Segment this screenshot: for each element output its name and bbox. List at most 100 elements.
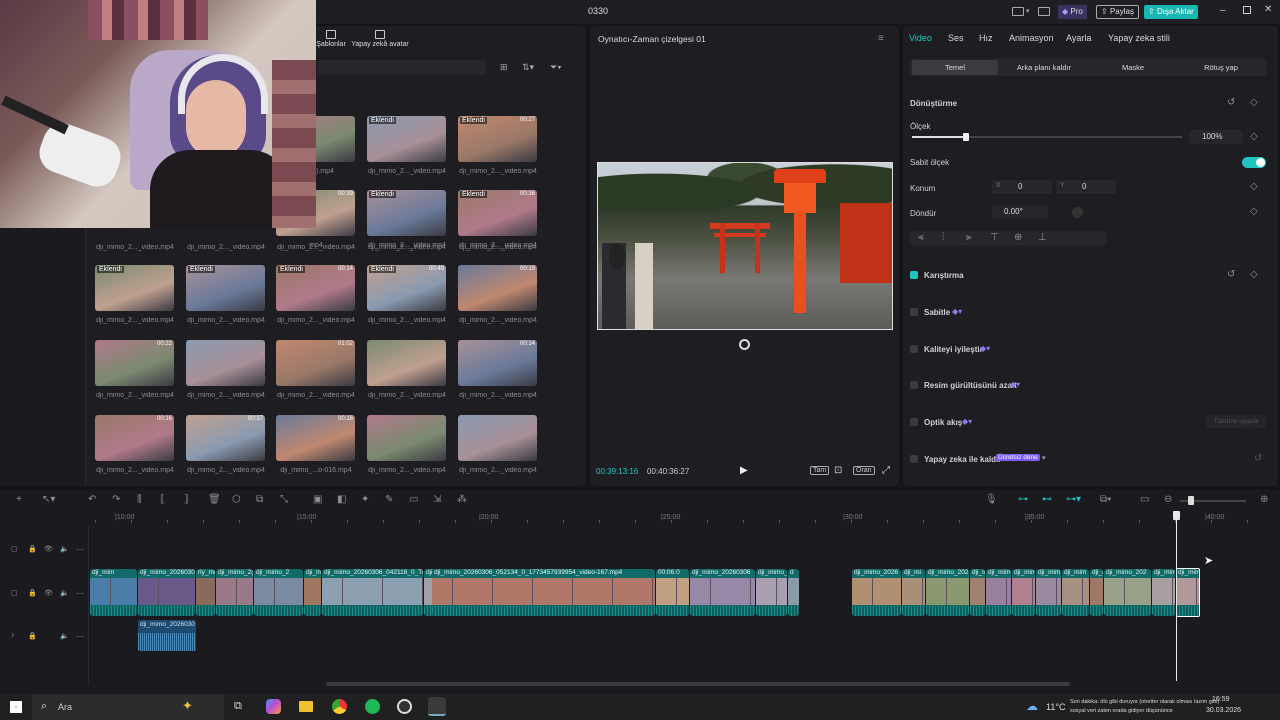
split-icon[interactable]: ⫼ [137,495,142,505]
timeline-clip[interactable]: dji_mimo_2( [216,569,253,616]
ai-remove-reset-icon[interactable]: ↺ [1254,454,1262,464]
timeline-clip[interactable]: dji_mim [1036,569,1061,616]
ratio-button[interactable]: Oran [853,466,875,475]
stabilize-checkbox[interactable] [910,308,918,316]
lock-icon[interactable]: 🔒 [28,632,37,640]
tab-animasyon[interactable]: Animasyon [1009,33,1054,43]
timeline-clip[interactable]: rly_mim [196,569,215,616]
pro-button[interactable]: ◆ Pro [1058,5,1087,19]
align-vcenter-icon[interactable]: ⊕ [1014,233,1022,243]
media-thumbnail[interactable] [367,415,446,461]
rotate-dial-icon[interactable] [1072,207,1083,218]
captions-toggle-icon[interactable]: ▭ [1140,495,1149,505]
tab-ayarla[interactable]: Ayarla [1066,33,1091,43]
link-icon[interactable]: ⊶ [1018,495,1028,505]
blend-checkbox[interactable] [910,271,918,279]
mute-icon[interactable]: 🔈 [60,589,69,597]
zoom-slider-knob[interactable] [1188,496,1194,505]
media-thumbnail[interactable]: Eklendi 00:40 [367,265,446,311]
playhead[interactable] [1176,511,1177,681]
reset-icon[interactable]: ↺ [1227,98,1235,108]
fullscreen-toggle-icon[interactable] [739,339,750,350]
timeline-clip[interactable]: dji_mimo_202 [926,569,969,616]
player-menu-icon[interactable]: ≡ [878,33,884,44]
ai-icon[interactable]: ✦ [361,495,369,505]
timeline-clip[interactable]: dji_mimo_20260306_ [138,569,195,616]
media-thumbnail[interactable]: Eklendi [186,265,265,311]
scale-value-box[interactable]: 100% [1190,130,1242,144]
media-thumbnail[interactable]: 01:02 [276,340,355,386]
align-right-icon[interactable]: ⫸ [966,233,972,243]
redo-icon[interactable]: ↷ [112,495,120,505]
task-view-icon[interactable]: ⧉ [234,700,242,713]
timeline-clip[interactable]: dji_mim [90,569,137,616]
keyframe-icon[interactable]: ◇ [1250,98,1258,108]
media-thumbnail[interactable]: 00:14 [458,340,537,386]
auto-icon[interactable]: ✎ [385,495,393,505]
timeline-clip[interactable]: dji_mimo_202 [1104,569,1151,616]
windows-start-icon[interactable] [10,701,22,713]
media-thumbnail[interactable] [186,340,265,386]
timeline-clip[interactable]: dji_mim [1062,569,1089,616]
track-frame-icon[interactable]: ▢ [11,589,18,597]
file-explorer-icon[interactable] [299,701,313,712]
media-thumbnail[interactable]: Eklendi [95,265,174,311]
timeline-clip[interactable]: d [788,569,799,616]
position-x-field[interactable]: X 0 [992,180,1052,194]
speed-icon[interactable]: ⇲ [433,495,441,505]
media-thumbnail[interactable]: 00:16 [95,415,174,461]
timeline-clip[interactable]: dji_mimo_20260306_042116_0_Ti [322,569,423,616]
subtab-3[interactable]: Rötuş yap [1178,60,1264,75]
audio-track-icon[interactable]: ♪ [11,632,15,639]
full-button[interactable]: Tam [810,466,830,475]
align-bottom-icon[interactable]: ⊥ [1038,233,1047,243]
media-search-input[interactable] [318,60,486,75]
zoom-out-icon[interactable]: ⊖ [1164,495,1172,505]
denoise-checkbox[interactable] [910,381,918,389]
timeline-clip[interactable]: dji_m [304,569,321,616]
position-keyframe-icon[interactable]: ◇ [1250,182,1258,192]
rotate-field[interactable]: 0.00° [992,205,1048,219]
media-thumbnail[interactable]: Eklendi 00:36 [458,190,537,236]
track-frame-icon[interactable]: ▢ [11,545,18,553]
media-thumbnail[interactable] [367,340,446,386]
mute-icon[interactable]: 🔈 [60,545,69,553]
optical-flow-checkbox[interactable] [910,418,918,426]
scale-slider-knob[interactable] [963,133,969,141]
timeline-clip[interactable]: dji_mimo_2 [254,569,303,616]
tab-ai-avatar[interactable]: Yapay zekâ avatar [350,30,410,48]
media-thumbnail[interactable]: 00:37 [186,415,265,461]
enhance-checkbox[interactable] [910,345,918,353]
align-left-icon[interactable]: ⫷ [918,233,924,243]
tab-hız[interactable]: Hız [979,33,993,43]
freeze-icon[interactable]: ▣ [313,495,322,505]
ai-remove-checkbox[interactable] [910,455,918,463]
taskbar-search[interactable]: ⌕ Ara ✦ [32,694,224,720]
marker-icon[interactable]: ⬡ [232,495,241,505]
mic-icon[interactable]: 🎙 [985,495,998,505]
timeline-clip[interactable]: dji_mim [1152,569,1175,616]
add-icon[interactable]: + [16,495,22,505]
track-more-icon[interactable]: ⋯ [76,632,84,641]
maximize-icon[interactable] [1243,6,1251,14]
shortcut-icon[interactable] [1038,7,1050,16]
capcut-icon[interactable] [428,697,446,716]
subtab-2[interactable]: Maske [1090,60,1176,75]
copilot-icon[interactable] [266,699,281,714]
tab-yapay-zeka-stili[interactable]: Yapay zeka stili [1108,33,1170,43]
lock-icon[interactable]: 🔒 [28,589,37,597]
media-thumbnail[interactable]: 00:22 [95,340,174,386]
zoom-in-icon[interactable]: ⊕ [1260,495,1268,505]
grid-view-icon[interactable]: ⊞ [500,62,508,73]
spotify-icon[interactable] [365,699,380,714]
blend-reset-icon[interactable]: ↺ [1227,270,1235,280]
caption-icon[interactable]: ▭ [409,495,418,505]
obs-icon[interactable] [397,699,412,714]
subtab-1[interactable]: Arka planı kaldır [1000,60,1088,75]
visibility-icon[interactable]: 👁 [44,589,53,597]
trim-right-icon[interactable]: ⟧ [184,495,189,505]
transform-icon[interactable]: ⤡ [280,495,288,505]
timeline-clip[interactable]: dji_mi [902,569,925,616]
filter-icon[interactable]: ⏷▾ [550,62,562,73]
timeline-clip[interactable]: dji_mimo_20260306_052134_0_1773457939954… [432,569,655,616]
